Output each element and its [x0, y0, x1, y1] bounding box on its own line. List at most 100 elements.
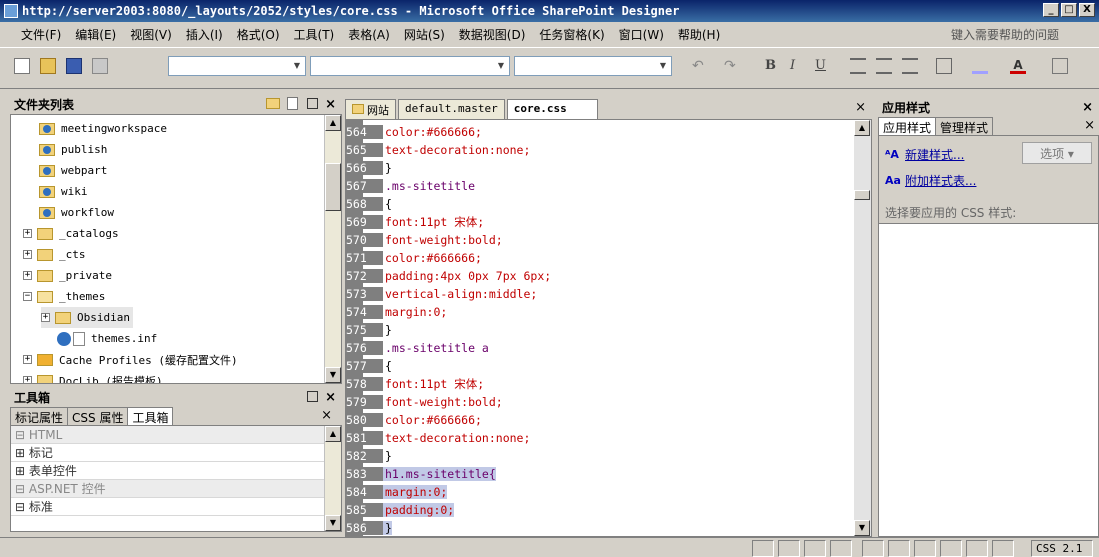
toolbox-category-html[interactable]: ⊟ HTML: [11, 426, 341, 444]
close-icon[interactable]: ×: [325, 390, 336, 405]
align-left-icon[interactable]: [850, 58, 866, 74]
code-line[interactable]: 573 vertical-align:middle;: [346, 285, 537, 303]
close-document-icon[interactable]: ×: [855, 100, 866, 115]
scroll-thumb[interactable]: [854, 190, 870, 200]
code-line[interactable]: 570 font-weight:bold;: [346, 231, 503, 249]
code-line[interactable]: 579 font-weight:bold;: [346, 393, 503, 411]
code-line[interactable]: 577{: [346, 357, 392, 375]
code-line[interactable]: 583 h1.ms-sitetitle{: [346, 465, 496, 483]
menu-site[interactable]: 网站(S): [397, 26, 452, 43]
menu-tools[interactable]: 工具(T): [287, 26, 342, 43]
italic-button[interactable]: I: [790, 58, 795, 73]
code-line[interactable]: 582}: [346, 447, 392, 465]
undo-icon[interactable]: ↶: [692, 58, 708, 74]
scroll-down-icon[interactable]: ▼: [854, 520, 870, 536]
toolbox-category-aspnet[interactable]: ⊟ ASP.NET 控件: [11, 480, 341, 498]
scroll-down-icon[interactable]: ▼: [325, 367, 341, 383]
tab-default-master[interactable]: default.master: [398, 99, 505, 119]
scroll-up-icon[interactable]: ▲: [854, 120, 870, 136]
css-styles-list[interactable]: [878, 223, 1099, 537]
tree-item-cache-profiles[interactable]: + Cache Profiles (缓存配置文件): [23, 349, 238, 370]
menu-format[interactable]: 格式(O): [230, 26, 287, 43]
expand-icon[interactable]: +: [23, 229, 32, 238]
borders-icon[interactable]: [936, 58, 952, 74]
menu-window[interactable]: 窗口(W): [612, 26, 671, 43]
code-line[interactable]: 580 color:#666666;: [346, 411, 482, 429]
style-dropdown[interactable]: ▼: [168, 56, 306, 76]
attach-stylesheet-link[interactable]: Aa 附加样式表...: [885, 172, 976, 189]
tab-manage-styles[interactable]: 管理样式: [935, 117, 994, 135]
collapse-icon[interactable]: −: [23, 292, 32, 301]
code-line[interactable]: 574 margin:0;: [346, 303, 447, 321]
maximize-pane-icon[interactable]: [307, 391, 318, 402]
minimize-button[interactable]: _: [1043, 3, 1059, 17]
code-line[interactable]: 564 color:#666666;: [346, 123, 482, 141]
scroll-up-icon[interactable]: ▲: [325, 426, 341, 442]
new-style-link[interactable]: ᴬA 新建样式...: [885, 146, 964, 163]
menu-edit[interactable]: 编辑(E): [68, 26, 123, 43]
close-icon[interactable]: ×: [1084, 118, 1095, 133]
code-editor[interactable]: 564 color:#666666; 565 text-decoration:none…: [345, 119, 872, 537]
maximize-button[interactable]: □: [1061, 3, 1077, 17]
underline-button[interactable]: U: [815, 58, 826, 73]
toolbox-scrollbar[interactable]: ▲ ▼: [324, 426, 341, 531]
scroll-down-icon[interactable]: ▼: [325, 515, 341, 531]
code-line[interactable]: 584 margin:0;: [346, 483, 448, 501]
code-line[interactable]: 568{: [346, 195, 392, 213]
toolbox-category-standard[interactable]: ⊟ 标准: [11, 498, 341, 516]
menu-table[interactable]: 表格(A): [341, 26, 397, 43]
tree-item-webpart[interactable]: webpart: [39, 160, 107, 181]
font-color-icon[interactable]: A: [1010, 58, 1026, 74]
scroll-thumb[interactable]: [325, 163, 341, 211]
tree-item-publish[interactable]: publish: [39, 139, 107, 160]
scroll-up-icon[interactable]: ▲: [325, 115, 341, 131]
new-page-icon[interactable]: [287, 97, 298, 110]
tree-item-wiki[interactable]: wiki: [39, 181, 88, 202]
redo-icon[interactable]: ↷: [724, 58, 740, 74]
menu-data-view[interactable]: 数据视图(D): [452, 26, 533, 43]
expand-icon[interactable]: +: [23, 355, 32, 364]
close-icon[interactable]: ×: [321, 408, 332, 423]
highlight-icon[interactable]: [972, 58, 988, 74]
close-icon[interactable]: ×: [325, 97, 336, 112]
align-center-icon[interactable]: [876, 58, 892, 74]
tab-css-properties[interactable]: CSS 属性: [67, 407, 129, 425]
menu-file[interactable]: 文件(F): [14, 26, 68, 43]
css-version-indicator[interactable]: CSS 2.1: [1031, 540, 1093, 557]
options-button[interactable]: 选项 ▾: [1022, 142, 1092, 164]
code-line[interactable]: 566}: [346, 159, 392, 177]
menu-help[interactable]: 帮助(H): [671, 26, 727, 43]
tab-website[interactable]: 网站: [345, 99, 396, 119]
save-icon[interactable]: [66, 58, 82, 74]
print-preview-icon[interactable]: [92, 58, 108, 74]
code-line[interactable]: 586}: [346, 519, 392, 536]
code-line[interactable]: 581 text-decoration:none;: [346, 429, 530, 447]
tree-item-obsidian[interactable]: + Obsidian: [41, 307, 133, 328]
open-folder-icon[interactable]: [40, 58, 56, 74]
expand-icon[interactable]: +: [41, 313, 50, 322]
tab-tag-properties[interactable]: 标记属性: [10, 407, 69, 425]
tab-apply-styles[interactable]: 应用样式: [878, 117, 937, 135]
code-line[interactable]: 585 padding:0;: [346, 501, 455, 519]
tab-toolbox[interactable]: 工具箱: [127, 407, 174, 425]
editor-scrollbar[interactable]: ▲ ▼: [854, 120, 871, 536]
code-line[interactable]: 575}: [346, 321, 392, 339]
tree-item-workflow[interactable]: workflow: [39, 202, 114, 223]
code-line[interactable]: 572 padding:4px 0px 7px 6px;: [346, 267, 551, 285]
tab-core-css[interactable]: core.css: [506, 99, 598, 119]
tree-item-themes[interactable]: − _themes: [23, 286, 105, 307]
tree-item-doclib[interactable]: + DocLib (报告模板): [23, 370, 163, 383]
help-search-input[interactable]: 键入需要帮助的问题: [951, 26, 1059, 43]
code-line[interactable]: 569 font:11pt 宋体;: [346, 213, 484, 231]
tree-item-catalogs[interactable]: + _catalogs: [23, 223, 119, 244]
code-line[interactable]: 567 .ms-sitetitle: [346, 177, 475, 195]
code-line[interactable]: 565 text-decoration:none;: [346, 141, 530, 159]
code-line[interactable]: 578 font:11pt 宋体;: [346, 375, 484, 393]
table-icon[interactable]: [1052, 58, 1068, 74]
toolbox-category-tags[interactable]: ⊞ 标记: [11, 444, 341, 462]
font-dropdown[interactable]: ▼: [310, 56, 510, 76]
tree-item-private[interactable]: + _private: [23, 265, 112, 286]
tree-item-themes-inf[interactable]: themes.inf: [57, 328, 157, 349]
expand-icon[interactable]: +: [23, 376, 32, 383]
tree-item-meetingworkspace[interactable]: meetingworkspace: [39, 118, 167, 139]
